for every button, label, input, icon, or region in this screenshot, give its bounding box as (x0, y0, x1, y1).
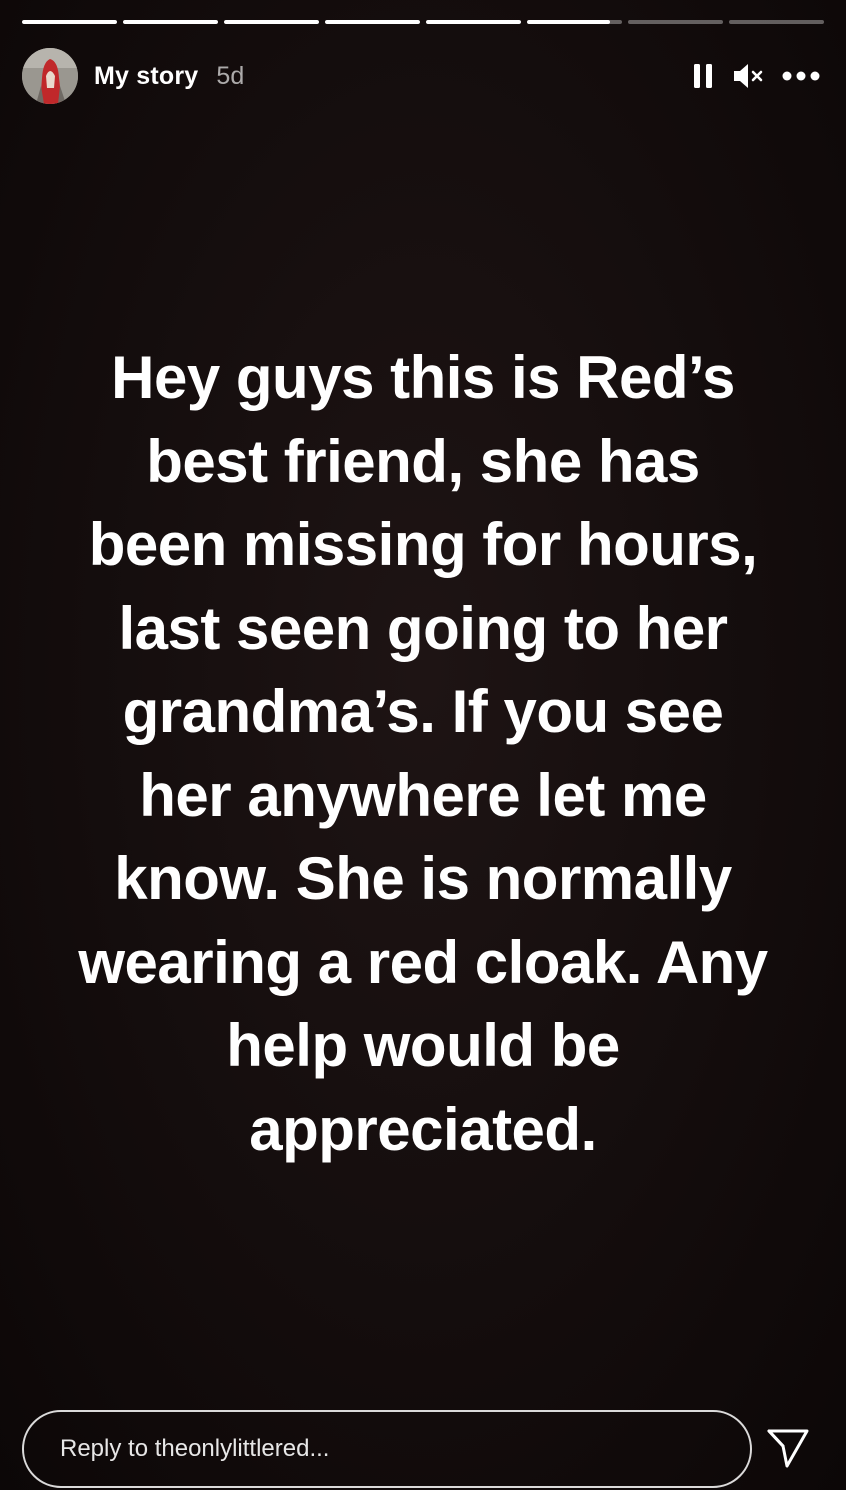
more-dots-icon[interactable] (782, 70, 820, 82)
story-text-line: wearing a red cloak. Any (78, 928, 768, 996)
story-author-label[interactable]: My story (94, 62, 198, 91)
progress-segment-fill (527, 20, 610, 24)
progress-segment-fill (22, 20, 117, 24)
progress-segment-fill (426, 20, 521, 24)
progress-segment-fill (123, 20, 218, 24)
pause-icon[interactable] (692, 62, 714, 90)
story-text: Hey guys this is Red’s best friend, she h… (40, 336, 806, 1171)
progress-segment (224, 20, 319, 24)
story-text-line: help would be (226, 1012, 620, 1079)
progress-segment (426, 20, 521, 24)
progress-segment (628, 20, 723, 24)
story-text-line: her anywhere let me (139, 761, 707, 829)
avatar[interactable] (22, 48, 78, 104)
send-icon[interactable] (765, 1426, 811, 1470)
progress-segment-fill (325, 20, 420, 24)
reply-field[interactable] (22, 1410, 752, 1488)
progress-segment (325, 20, 420, 24)
story-header: My story 5d (22, 46, 824, 106)
story-progress (22, 20, 824, 24)
story-text-line: best friend, she has (146, 427, 700, 495)
story-controls (692, 62, 820, 90)
story-time-ago: 5d (216, 61, 245, 90)
progress-segment-fill (224, 20, 319, 24)
progress-segment (22, 20, 117, 24)
reply-input[interactable] (60, 1435, 750, 1463)
story-viewer[interactable]: My story 5d Hey guys this is Red’s best … (0, 0, 846, 1490)
story-text-line: last seen going to her (118, 594, 728, 662)
story-text-line: grandma’s. If you see (122, 678, 724, 745)
story-text-line: appreciated. (249, 1095, 597, 1163)
speaker-muted-icon[interactable] (732, 62, 764, 90)
progress-segment (729, 20, 824, 24)
story-text-line: been missing for hours, (88, 511, 758, 578)
story-text-line: Hey guys this is Red’s (111, 344, 735, 411)
progress-segment (527, 20, 622, 24)
story-text-line: know. She is normally (114, 845, 732, 912)
progress-segment (123, 20, 218, 24)
